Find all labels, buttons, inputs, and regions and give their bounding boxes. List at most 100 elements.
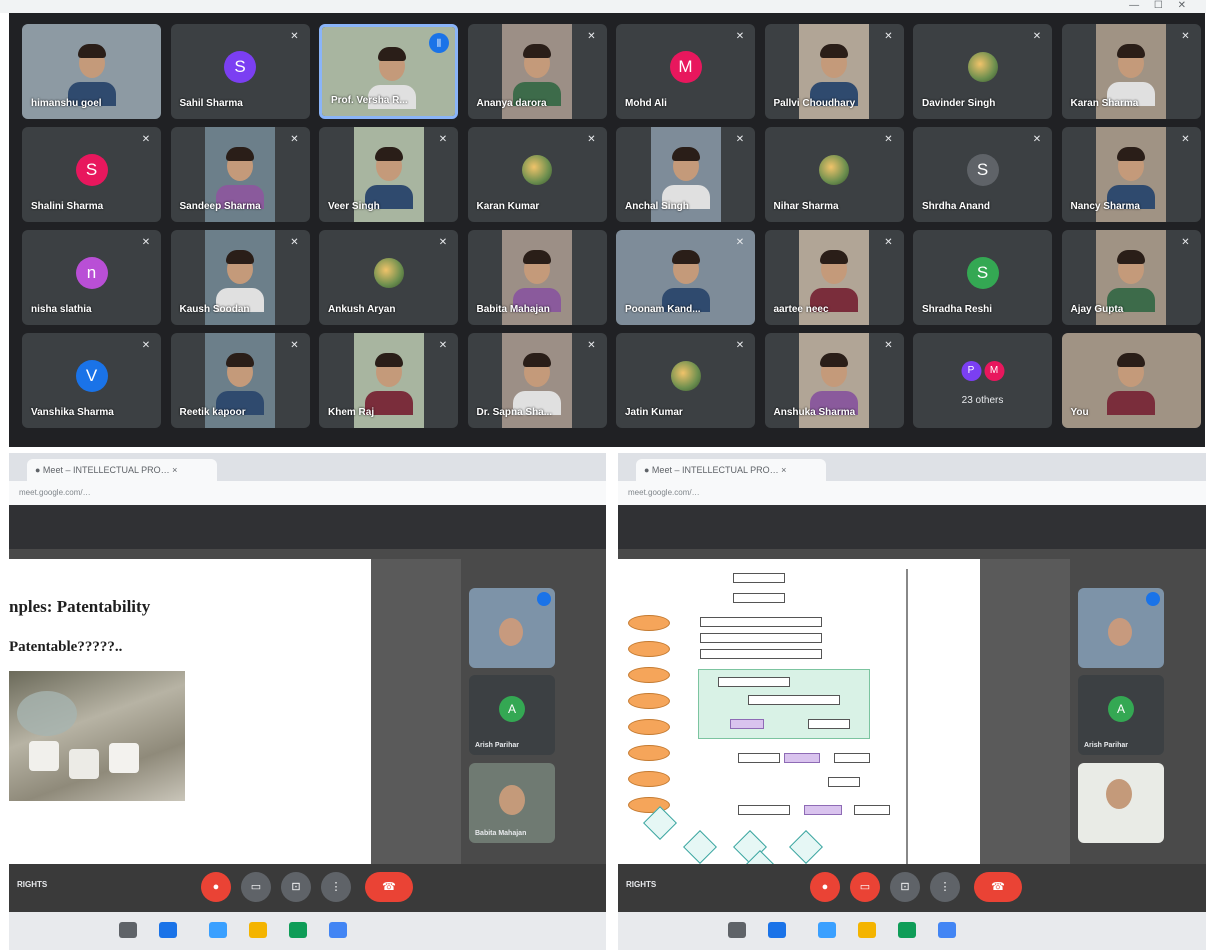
participant-tile[interactable]: Ankush Aryan ✕ [319, 230, 458, 325]
participant-tile[interactable]: S Shrdha Anand ✕ [913, 127, 1052, 222]
participant-tile[interactable]: Anshuka Sharma ✕ [764, 333, 904, 428]
participant-name: Khem Raj [328, 407, 375, 418]
top-browser-strip: — ☐ ✕ [0, 0, 1206, 13]
participant-tile[interactable]: Karan Sharma ✕ [1061, 24, 1201, 119]
participant-name: Jatin Kumar [625, 407, 683, 418]
participant-tile[interactable]: Anchal Singh ✕ [616, 127, 755, 222]
end-call-button[interactable]: ☎ [365, 872, 413, 902]
participant-tile[interactable]: Dr. Sapna Sha... ✕ [467, 333, 607, 428]
mic-muted-icon: ✕ [290, 237, 299, 248]
participant-name: Anchal Singh [625, 201, 689, 212]
folder-icon[interactable] [858, 922, 876, 938]
participant-name: Pallvi Choudhary [773, 98, 856, 109]
avatar: A [499, 695, 525, 722]
participant-tile[interactable]: Sandeep Sharma ✕ [170, 127, 310, 222]
more-options-button[interactable]: ⋮ [321, 872, 351, 902]
participant-tile[interactable]: Veer Singh ✕ [319, 127, 458, 222]
browser-tab[interactable]: ● Meet – INTELLECTUAL PRO… × [636, 459, 826, 481]
participant-tile[interactable]: Davinder Singh ✕ [913, 24, 1052, 119]
participant-name: Ajay Gupta [1070, 304, 1124, 315]
participant-avatar: S [224, 50, 256, 83]
participant-tile[interactable]: Prof. Versha R... ⫼ [319, 24, 458, 119]
window-controls[interactable]: — ☐ ✕ [1129, 0, 1192, 11]
present-button[interactable]: ⊡ [281, 872, 311, 902]
folder-icon[interactable] [249, 922, 267, 938]
participant-tile-video[interactable] [469, 588, 555, 668]
mic-muted-icon: ✕ [141, 134, 151, 145]
participant-tile[interactable]: S Shalini Sharma ✕ [22, 127, 161, 222]
participant-tile[interactable]: Nancy Sharma ✕ [1061, 127, 1201, 222]
present-button[interactable]: ⊡ [890, 872, 920, 902]
app-icon[interactable] [898, 922, 916, 938]
participant-tile-video[interactable] [1078, 763, 1164, 843]
participant-tile[interactable]: aartee neec ✕ [764, 230, 904, 325]
chrome-icon[interactable] [938, 922, 956, 938]
participant-profile-picture [373, 257, 404, 288]
slide-subtitle: Patentable?????.. [9, 639, 123, 655]
mic-muted-icon: ✕ [587, 134, 596, 145]
participant-tile[interactable]: n nisha slathia ✕ [22, 230, 161, 325]
app-icon[interactable] [818, 922, 836, 938]
mic-muted-icon: ✕ [1032, 134, 1042, 145]
search-icon[interactable] [119, 922, 137, 938]
participant-profile-picture [670, 360, 701, 391]
participant-tile[interactable]: Khem Raj ✕ [319, 333, 458, 428]
participant-tile[interactable]: Pallvi Choudhary ✕ [764, 24, 904, 119]
mic-muted-icon: ✕ [884, 31, 893, 42]
participant-tile[interactable]: S Shradha Reshi [913, 230, 1052, 325]
participant-tile[interactable]: Nihar Sharma ✕ [764, 127, 904, 222]
app-icon[interactable] [209, 922, 227, 938]
camera-toggle-button[interactable]: ▭ [850, 872, 880, 902]
mic-muted-icon: ✕ [438, 237, 448, 248]
end-call-button[interactable]: ☎ [974, 872, 1022, 902]
participant-tile[interactable]: Ajay Gupta ✕ [1061, 230, 1201, 325]
participant-tile[interactable]: M Mohd Ali ✕ [616, 24, 755, 119]
mic-toggle-button[interactable]: ● [201, 872, 231, 902]
participant-tile[interactable]: himanshu goel [22, 24, 161, 119]
person-hair [671, 250, 700, 264]
participant-profile-picture [967, 51, 998, 82]
app-icon[interactable] [768, 922, 786, 938]
slide-side-panel [371, 559, 461, 871]
participant-tile[interactable]: Ananya darora ✕ [467, 24, 607, 119]
mic-muted-icon: ✕ [884, 134, 893, 145]
participant-name: Mohd Ali [625, 98, 667, 109]
participant-name: Nancy Sharma [1070, 201, 1140, 212]
participant-tile[interactable]: P M 23 others [913, 333, 1052, 428]
chrome-icon[interactable] [329, 922, 347, 938]
participant-tile[interactable]: Babita Mahajan [467, 230, 607, 325]
participant-grid: himanshu goel S Sahil Sharma ✕ Prof. Versha … [22, 24, 1201, 432]
mic-muted-icon: ✕ [735, 134, 745, 145]
browser-tab[interactable]: ● Meet – INTELLECTUAL PRO… × [27, 459, 217, 481]
participant-tile[interactable]: Kaush Soodan ✕ [170, 230, 310, 325]
participant-name: Karan Sharma [1070, 98, 1139, 109]
participant-tile[interactable]: V Vanshika Sharma ✕ [22, 333, 161, 428]
app-icon[interactable] [289, 922, 307, 938]
windows-taskbar [618, 912, 1206, 950]
participant-tile-babita[interactable]: Babita Mahajan [469, 763, 555, 843]
person-hair [523, 353, 551, 367]
address-bar[interactable]: meet.google.com/… [9, 481, 606, 505]
mic-muted-icon: ✕ [587, 31, 596, 42]
participant-tile[interactable]: You [1061, 333, 1201, 428]
participant-tile-arish[interactable]: A Arish Parihar [1078, 675, 1164, 755]
others-avatars: PM [961, 361, 1004, 381]
participant-name: aartee neec [773, 304, 829, 315]
person-hair [820, 44, 848, 58]
participant-tile[interactable]: Karan Kumar ✕ [467, 127, 607, 222]
participant-tile[interactable]: S Sahil Sharma ✕ [170, 24, 310, 119]
app-icon[interactable] [159, 922, 177, 938]
camera-toggle-button[interactable]: ▭ [241, 872, 271, 902]
participant-tile[interactable]: Jatin Kumar ✕ [616, 333, 755, 428]
search-icon[interactable] [728, 922, 746, 938]
person-hair [374, 147, 403, 161]
meeting-title: RIGHTS [626, 880, 657, 889]
participant-tile-arish[interactable]: A Arish Parihar [469, 675, 555, 755]
mic-toggle-button[interactable]: ● [810, 872, 840, 902]
address-bar[interactable]: meet.google.com/… [618, 481, 1206, 505]
participant-tile[interactable]: Reetik kapoor ✕ [170, 333, 310, 428]
participant-tile-video[interactable] [1078, 588, 1164, 668]
participant-tile[interactable]: Poonam Kand... ✕ [616, 230, 755, 325]
others-count-label: 23 others [961, 395, 1004, 406]
more-options-button[interactable]: ⋮ [930, 872, 960, 902]
